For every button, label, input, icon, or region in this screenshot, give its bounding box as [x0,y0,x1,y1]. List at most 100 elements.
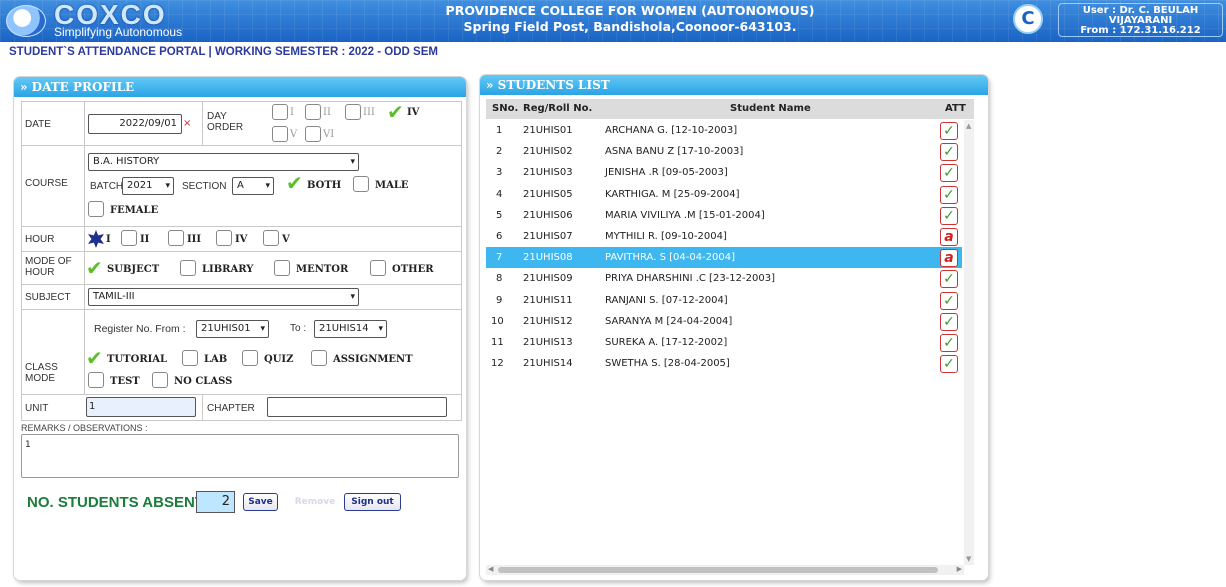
horizontal-scrollbar[interactable]: ◀ ▶ [486,565,964,575]
register-to-select[interactable]: 21UHIS14 ▾ [314,320,387,338]
class-mode-checkbox-no-class[interactable] [152,372,168,388]
required-mark: × [183,118,192,129]
table-row[interactable]: 11 21UHIS13 SUREKA A. [17-12-2002] ✓ [486,332,962,353]
class-mode-checkbox-test[interactable] [88,372,104,388]
unit-input[interactable]: 1 [86,397,196,417]
present-toggle[interactable]: ✓ [940,291,958,310]
subject-select[interactable]: TAMIL-III ▾ [88,288,359,306]
portal-title: STUDENT`S ATTENDANCE PORTAL | WORKING SE… [9,46,438,58]
date-input[interactable]: 2022/09/01 [88,114,182,134]
remarks-label: REMARKS / OBSERVATIONS : [21,423,148,433]
day-order-checkbox-iii[interactable] [345,104,361,120]
mode-label-other: OTHER [392,264,434,275]
divider [84,252,85,284]
present-toggle[interactable]: ✓ [940,334,958,352]
gender-checkbox-both[interactable] [287,176,303,192]
mode-checkbox-subject[interactable] [87,260,103,276]
day-order-label-iii: III [363,107,375,118]
remarks-textarea[interactable]: 1 [21,434,459,478]
day-order-label-v: V [290,129,298,140]
scroll-left-icon[interactable]: ◀ [488,565,493,573]
absent-count-input[interactable]: 2 [196,491,235,513]
day-order-checkbox-i[interactable] [272,104,288,120]
students-list-heading: » STUDENTS LIST [480,75,988,95]
course-select[interactable]: B.A. HISTORY ▾ [88,153,359,171]
gender-label-both: BOTH [307,180,342,191]
present-toggle[interactable]: ✓ [940,164,958,183]
class-mode-label-assignment: ASSIGNMENT [333,354,413,365]
scroll-down-icon[interactable]: ▼ [966,555,971,563]
day-order-label: DAY ORDER [207,111,244,133]
present-toggle[interactable]: ✓ [940,270,958,289]
class-mode-checkbox-lab[interactable] [182,350,198,366]
hour-label-iv: IV [235,234,248,245]
scroll-right-icon[interactable]: ▶ [957,565,962,573]
present-toggle[interactable]: ✓ [940,355,958,374]
day-order-checkbox-ii[interactable] [305,104,321,120]
divider [84,285,85,309]
scroll-up-icon[interactable]: ▲ [966,122,971,130]
student-name-cell: JENISHA .R [09-05-2003] [605,167,728,179]
table-row[interactable]: 7 21UHIS08 PAVITHRA. S [04-04-2004] a [486,247,962,269]
reg-cell: 21UHIS09 [523,273,573,285]
mode-checkbox-other[interactable] [370,260,386,276]
students-table-body: 1 21UHIS01 ARCHANA G. [12-10-2003] ✓ 2 21UHIS… [486,120,962,565]
table-row[interactable]: 5 21UHIS06 MARIA VIVILIYA .M [15-01-2004] ✓ [486,205,962,226]
remove-button[interactable]: Remove [290,493,340,511]
table-row[interactable]: 2 21UHIS02 ASNA BANU Z [17-10-2003] ✓ [486,141,962,162]
chapter-input[interactable] [267,397,447,417]
table-row[interactable]: 4 21UHIS05 KARTHIGA. M [25-09-2004] ✓ [486,184,962,205]
class-mode-checkbox-tutorial[interactable] [87,350,103,366]
hour-radio-iii[interactable] [168,230,184,246]
absent-toggle[interactable]: a [940,228,958,246]
register-from-select[interactable]: 21UHIS01 ▾ [196,320,269,338]
mode-checkbox-library[interactable] [180,260,196,276]
subject-row: SUBJECT TAMIL-III ▾ [21,285,462,310]
section-select[interactable]: A ▾ [232,177,274,195]
selected-radio-icon[interactable] [87,230,105,248]
scroll-thumb[interactable] [498,567,938,573]
college-line-2: Spring Field Post, Bandishola,Coonoor-64… [463,19,797,34]
table-row[interactable]: 10 21UHIS12 SARANYA M [24-04-2004] ✓ [486,311,962,332]
table-row[interactable]: 8 21UHIS09 PRIYA DHARSHINI .C [23-12-2003]… [486,268,962,289]
mode-label-subject: SUBJECT [107,264,160,275]
checkmark-icon: ✔ [387,100,404,124]
hour-radio-v[interactable] [263,230,279,246]
chevron-down-icon: ▾ [165,181,170,191]
present-toggle[interactable]: ✓ [940,143,958,162]
sign-out-button[interactable]: Sign out [344,493,401,511]
reg-cell: 21UHIS12 [523,315,573,327]
table-row[interactable]: 1 21UHIS01 ARCHANA G. [12-10-2003] ✓ [486,120,962,141]
sno-cell: 5 [496,209,503,221]
absent-count-label: NO. STUDENTS ABSENT : [27,494,214,511]
reg-cell: 21UHIS13 [523,337,573,348]
hour-radio-iv[interactable] [216,230,232,246]
present-toggle[interactable]: ✓ [940,206,958,225]
student-name-cell: PAVITHRA. S [04-04-2004] [605,252,736,264]
vertical-scrollbar[interactable]: ▲ ▼ [964,120,974,565]
class-mode-checkbox-assignment[interactable] [311,350,327,366]
reg-cell: 21UHIS07 [523,231,573,242]
chapter-label: CHAPTER [207,403,255,414]
absent-toggle[interactable]: a [940,249,958,268]
hour-radio-ii[interactable] [121,230,137,246]
table-row[interactable]: 6 21UHIS07 MYTHILI R. [09-10-2004] a [486,226,962,247]
student-name-cell: RANJANI S. [07-12-2004] [605,294,728,306]
present-toggle[interactable]: ✓ [940,185,958,204]
present-toggle[interactable]: ✓ [940,312,958,331]
gender-checkbox-female[interactable] [88,201,104,217]
table-row[interactable]: 3 21UHIS03 JENISHA .R [09-05-2003] ✓ [486,162,962,183]
batch-select[interactable]: 2021 ▾ [122,177,174,195]
col-name: Student Name [730,103,811,114]
table-row[interactable]: 9 21UHIS11 RANJANI S. [07-12-2004] ✓ [486,290,962,311]
present-toggle[interactable]: ✓ [940,122,958,140]
table-row[interactable]: 12 21UHIS14 SWETHA S. [28-04-2005] ✓ [486,353,962,374]
gender-checkbox-male[interactable] [353,176,369,192]
mode-checkbox-mentor[interactable] [274,260,290,276]
date-profile-heading: » DATE PROFILE [14,77,466,97]
day-order-checkbox-v[interactable] [272,126,288,142]
class-mode-checkbox-quiz[interactable] [242,350,258,366]
day-order-label-vi: VI [323,129,335,140]
day-order-checkbox-vi[interactable] [305,126,321,142]
save-button[interactable]: Save [243,493,278,511]
